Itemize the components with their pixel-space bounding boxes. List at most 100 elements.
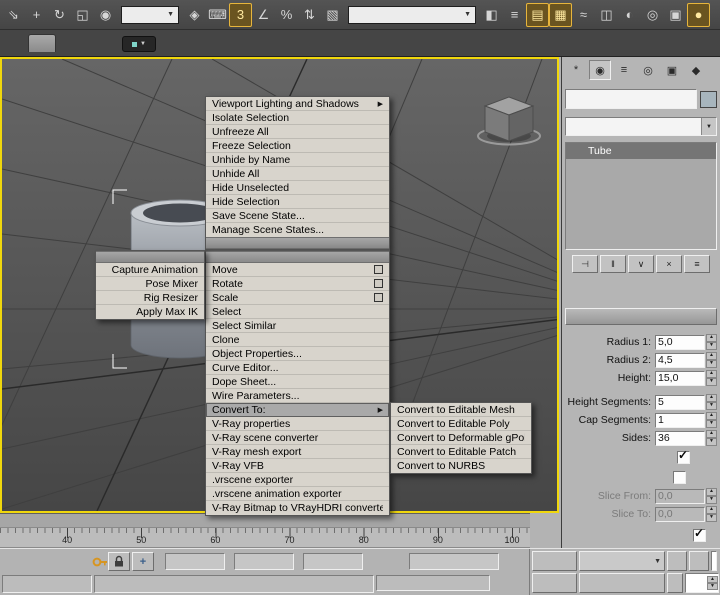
make-unique-button[interactable]: ∨	[628, 255, 654, 273]
parameter-value-field[interactable]: 5,0	[655, 335, 705, 350]
modifier-list-dropdown[interactable]: ▼	[565, 117, 717, 136]
menu-item[interactable]: Rotate ▶	[206, 277, 389, 291]
menu-item[interactable]: V-Ray properties ▶	[206, 417, 389, 431]
select-and-link-icon[interactable]: ⇘	[2, 3, 25, 27]
menu-item[interactable]: Object Properties... ▶	[206, 347, 389, 361]
menu-item[interactable]: Unhide by Name ▶	[206, 153, 389, 167]
menu-item[interactable]: Convert to Editable Poly	[391, 417, 531, 431]
spinner-snap-icon[interactable]: ⇅	[298, 3, 321, 27]
parameter-value-field[interactable]: 0,0	[655, 489, 705, 504]
spinner-down-icon[interactable]: ▼	[707, 583, 718, 590]
schematic-view-icon[interactable]: ◫	[595, 3, 618, 27]
parameter-value-field[interactable]: 1	[655, 413, 705, 428]
spinner-down-icon[interactable]: ▼	[706, 360, 717, 368]
menu-item[interactable]: V-Ray scene converter ▶	[206, 431, 389, 445]
spinner-up-icon[interactable]: ▲	[706, 506, 717, 514]
menu-item[interactable]: Unhide All ▶	[206, 167, 389, 181]
snaps-toggle-icon[interactable]: 3	[229, 3, 252, 27]
use-pivot-center-icon[interactable]: ◉	[94, 3, 117, 27]
menu-item[interactable]: V-Ray VFB ▶	[206, 459, 389, 473]
remove-modifier-button[interactable]: ×	[656, 255, 682, 273]
spinner-control[interactable]: ▲▼	[706, 334, 717, 350]
angle-snap-icon[interactable]: ∠	[252, 3, 275, 27]
spinner-control[interactable]: ▲▼	[706, 412, 717, 428]
tab-create[interactable]: *	[565, 60, 587, 80]
parameters-rollout-header[interactable]	[565, 308, 717, 325]
menu-item[interactable]: Wire Parameters... ▶	[206, 389, 389, 403]
z-coordinate-field[interactable]	[303, 553, 363, 570]
menu-item[interactable]: Freeze Selection ▶	[206, 139, 389, 153]
spinner-up-icon[interactable]: ▲	[706, 334, 717, 342]
menu-item[interactable]: V-Ray Bitmap to VRayHDRI converter ▶	[206, 501, 389, 515]
ribbon-menu-button[interactable]: ▼	[122, 36, 156, 52]
select-and-rotate-icon[interactable]: ↻	[48, 3, 71, 27]
generate-mapping-coords-checkbox[interactable]: ✓	[693, 529, 706, 542]
select-and-manipulate-icon[interactable]: ◈	[183, 3, 206, 27]
menu-item[interactable]: Convert To: ▶	[206, 403, 389, 417]
spinner-up-icon[interactable]: ▲	[706, 412, 717, 420]
selection-lock-button[interactable]	[108, 552, 130, 571]
key-filters-button[interactable]	[579, 573, 665, 593]
spinner-up-icon[interactable]: ▲	[706, 488, 717, 496]
layer-explorer-icon[interactable]: ▤	[526, 3, 549, 27]
tab-hierarchy[interactable]: ≡	[613, 60, 635, 80]
spinner-control[interactable]: ▲▼	[706, 352, 717, 368]
spinner-control[interactable]: ▲▼	[706, 488, 717, 504]
render-setup-icon[interactable]: ◎	[641, 3, 664, 27]
parameter-value-field[interactable]: 4,5	[655, 353, 705, 368]
menu-item[interactable]: Isolate Selection ▶	[206, 111, 389, 125]
menu-item[interactable]: Pose Mixer	[96, 277, 204, 291]
reference-coordsys-dropdown[interactable]: ▼	[121, 6, 179, 24]
menu-item[interactable]: .vrscene animation exporter ▶	[206, 487, 389, 501]
curve-editor-icon[interactable]: ≈	[572, 3, 595, 27]
object-name-field[interactable]	[565, 89, 697, 109]
spinner-control[interactable]: ▲▼	[706, 506, 717, 522]
menu-item[interactable]: Unfreeze All ▶	[206, 125, 389, 139]
cube-helper-object[interactable]	[478, 97, 540, 145]
menu-item[interactable]: Apply Max IK	[96, 305, 204, 319]
graphite-toggle-icon[interactable]: ▦	[549, 3, 572, 27]
spinner-down-icon[interactable]: ▼	[706, 420, 717, 428]
spinner-control[interactable]: ▲▼	[706, 394, 717, 410]
parameter-value-field[interactable]: 0,0	[655, 507, 705, 522]
absolute-offset-toggle[interactable]: +	[132, 552, 154, 571]
spinner-control[interactable]: ▲▼	[707, 576, 718, 590]
align-icon[interactable]: ≡	[503, 3, 526, 27]
object-color-swatch[interactable]	[700, 91, 717, 108]
selection-set-key-dropdown[interactable]: ▼	[579, 551, 665, 571]
menu-item[interactable]: Rig Resizer	[96, 291, 204, 305]
tab-display[interactable]: ▣	[661, 60, 683, 80]
configure-modifier-sets-button[interactable]: ≡	[684, 255, 710, 273]
key-mode-toggle-button[interactable]	[667, 573, 683, 593]
menu-item[interactable]: Dope Sheet... ▶	[206, 375, 389, 389]
menu-item[interactable]: Curve Editor... ▶	[206, 361, 389, 375]
tab-utilities[interactable]: ◆	[685, 60, 707, 80]
spinner-up-icon[interactable]: ▲	[706, 352, 717, 360]
menu-item[interactable]: Viewport Lighting and Shadows ▶	[206, 97, 389, 111]
pin-stack-button[interactable]: ⊣	[572, 255, 598, 273]
spinner-down-icon[interactable]: ▼	[706, 378, 717, 386]
spinner-up-icon[interactable]: ▲	[707, 576, 718, 583]
previous-frame-button[interactable]	[689, 551, 709, 571]
menu-item[interactable]: Convert to Editable Patch	[391, 445, 531, 459]
spinner-down-icon[interactable]: ▼	[706, 514, 717, 522]
timeline-ruler[interactable]: 40 50 60 70 80 90 100	[0, 528, 530, 548]
menu-item[interactable]: Select Similar ▶	[206, 319, 389, 333]
menu-item[interactable]: Hide Unselected ▶	[206, 181, 389, 195]
material-editor-icon[interactable]: ◐	[618, 3, 641, 27]
set-key-button[interactable]	[532, 573, 577, 593]
parameter-value-field[interactable]: 5	[655, 395, 705, 410]
menu-item[interactable]: Convert to NURBS	[391, 459, 531, 473]
y-coordinate-field[interactable]	[234, 553, 294, 570]
spinner-down-icon[interactable]: ▼	[706, 438, 717, 446]
spinner-down-icon[interactable]: ▼	[706, 496, 717, 504]
spinner-up-icon[interactable]: ▲	[706, 430, 717, 438]
spinner-control[interactable]: ▲▼	[706, 370, 717, 386]
select-and-move-icon[interactable]: +	[25, 3, 48, 27]
spinner-down-icon[interactable]: ▼	[706, 402, 717, 410]
menu-item[interactable]: Clone ▶	[206, 333, 389, 347]
spinner-control[interactable]: ▲▼	[706, 430, 717, 446]
spinner-down-icon[interactable]: ▼	[706, 342, 717, 350]
menu-item[interactable]: Manage Scene States... ▶	[206, 223, 389, 237]
current-frame-field[interactable]: ▲▼	[685, 573, 719, 593]
